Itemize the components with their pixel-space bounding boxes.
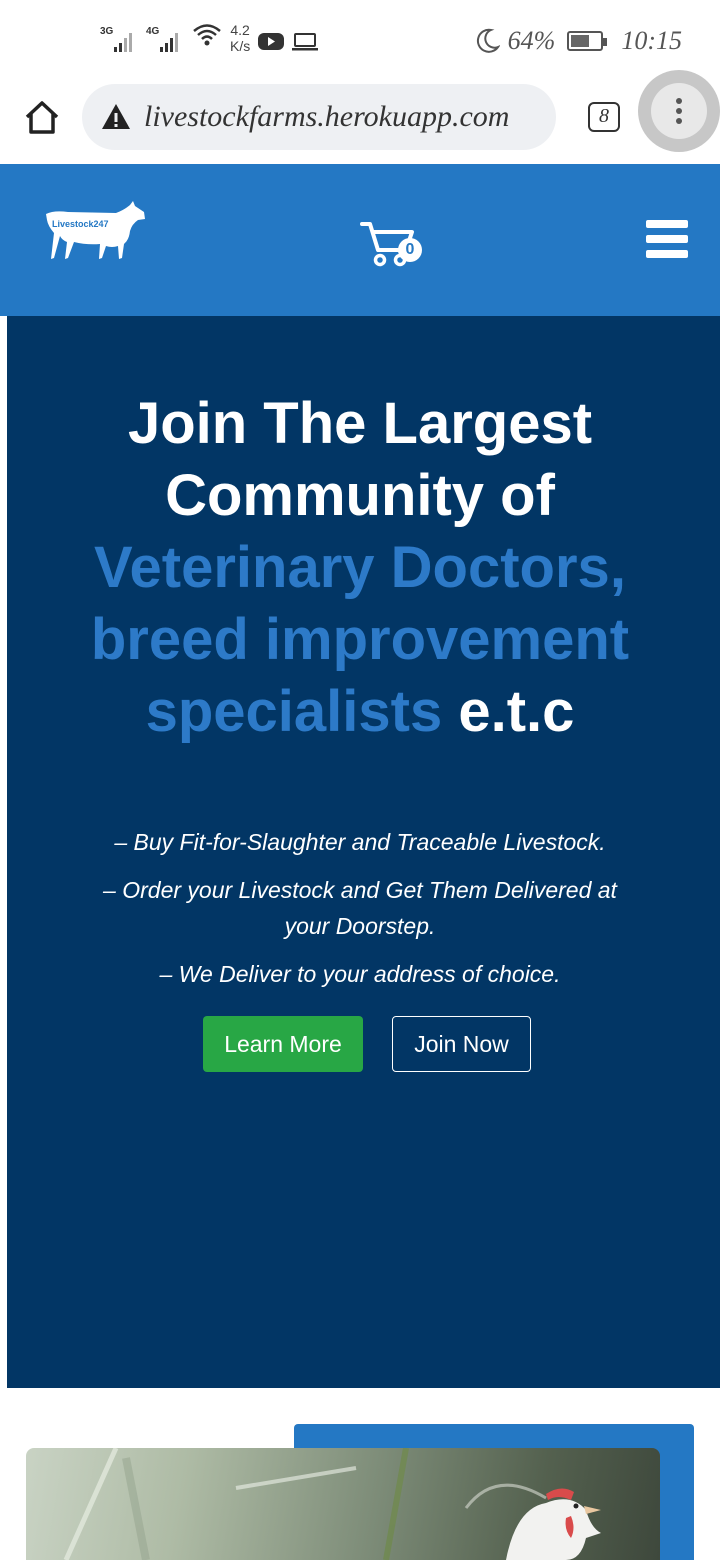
battery-percent: 64% <box>507 26 556 55</box>
hero-title-line: Community of <box>165 463 555 528</box>
hero-title-suffix: e.t.c <box>458 679 575 744</box>
logo[interactable]: Livestock247 <box>42 200 146 264</box>
chicken-photo <box>26 1448 660 1560</box>
warning-icon[interactable] <box>100 101 132 133</box>
laptop-icon <box>292 33 319 51</box>
site-header: Livestock247 0 <box>0 164 720 316</box>
tab-switcher-button[interactable]: 8 <box>588 102 620 132</box>
signal-4g-icon: 4G <box>146 22 184 52</box>
hero-feature-item: – Buy Fit-for-Slaughter and Traceable Li… <box>114 829 606 855</box>
learn-more-button[interactable]: Learn More <box>203 1016 363 1072</box>
hamburger-menu-icon[interactable] <box>646 220 688 258</box>
hero-title-highlight: Veterinary Doctors, <box>94 535 626 600</box>
hero-title-highlight: breed improvement <box>90 607 630 672</box>
logo-text: Livestock247 <box>52 219 109 229</box>
cart-count-badge: 0 <box>398 238 422 262</box>
browser-menu-button[interactable] <box>638 70 720 152</box>
moon-icon <box>476 28 500 53</box>
status-bar: 3G 4G 4.2 K/s 64% 10:15 <box>0 0 720 80</box>
network-type-label: 4G <box>146 26 160 37</box>
wifi-icon <box>193 24 221 46</box>
clock-time: 10:15 <box>621 26 682 55</box>
address-bar[interactable]: livestockfarms.herokuapp.com <box>82 84 556 150</box>
network-speed: 4.2 K/s <box>230 22 251 54</box>
network-type-label: 3G <box>100 26 114 37</box>
home-icon[interactable] <box>22 98 62 138</box>
hero-title: Join The Largest Community of Veterinary… <box>0 388 720 748</box>
hero-feature-list: – Buy Fit-for-Slaughter and Traceable Li… <box>0 824 720 1004</box>
join-now-button[interactable]: Join Now <box>392 1016 531 1072</box>
url-text[interactable]: livestockfarms.herokuapp.com <box>144 100 509 134</box>
battery-icon <box>567 31 608 51</box>
more-vertical-icon <box>651 83 707 139</box>
hero-title-highlight: specialists <box>145 679 443 744</box>
hero-feature-item: – Order your Livestock and Get Them Deli… <box>103 877 617 939</box>
hero-title-line: Join The Largest <box>127 391 593 456</box>
youtube-icon <box>258 33 285 50</box>
hero-feature-item: – We Deliver to your address of choice. <box>159 961 561 987</box>
browser-toolbar: livestockfarms.herokuapp.com 8 <box>0 70 720 164</box>
signal-3g-icon: 3G <box>100 22 138 52</box>
